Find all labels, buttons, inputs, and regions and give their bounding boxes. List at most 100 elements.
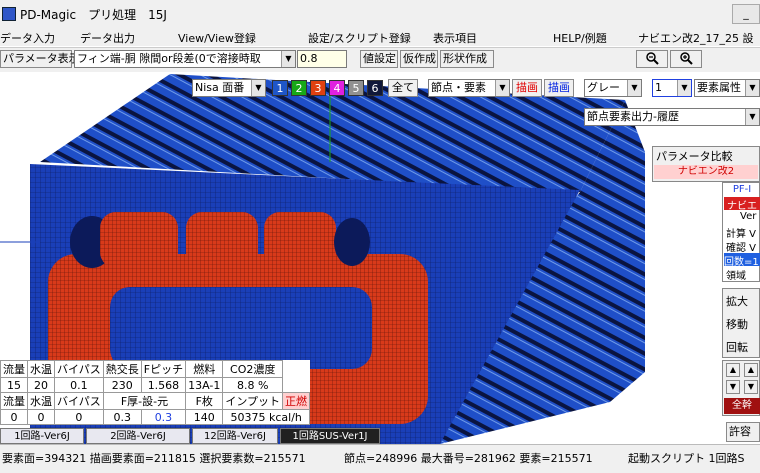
layer-2-button[interactable]: 2: [291, 80, 307, 96]
shape-create-button[interactable]: 形状作成: [440, 50, 494, 68]
number-select[interactable]: 1 ▼: [652, 79, 692, 97]
window-title: PD-Magic プリ処理 15J: [20, 8, 167, 22]
arrow-down2-button[interactable]: ▼: [744, 380, 758, 394]
navien-label: ナビエン: [724, 197, 760, 227]
arrow-up2-button[interactable]: ▲: [744, 363, 758, 377]
menu-help[interactable]: HELP/例題: [553, 30, 607, 46]
tab-circuit-2[interactable]: 2回路-Ver6J: [86, 428, 190, 444]
frame-inner: [110, 287, 372, 369]
table-cell[interactable]: 0.3: [102, 409, 142, 425]
chevron-down-icon: ▼: [677, 80, 691, 96]
param-compare-label: パラメータ比較: [656, 150, 733, 163]
table-cell[interactable]: 1.568: [140, 377, 187, 393]
layer-3-button[interactable]: 3: [310, 80, 326, 96]
arrow-down-button[interactable]: ▼: [726, 380, 740, 394]
draw-red-button[interactable]: 描画: [512, 79, 542, 97]
nisa-select[interactable]: Nisa 面番 ▼: [192, 79, 266, 97]
pf-label: PF-I: [732, 184, 752, 195]
menu-data-output[interactable]: データ出力: [80, 30, 135, 46]
color-select-value: グレー: [587, 81, 620, 94]
color-select[interactable]: グレー ▼: [584, 79, 642, 97]
zoom-out-icon: [646, 52, 659, 65]
attribute-select[interactable]: 要素属性 ▼: [694, 79, 760, 97]
table-cell[interactable]: 0: [0, 409, 28, 425]
menu-view[interactable]: View/View登録: [178, 30, 256, 46]
table-cell[interactable]: 0.1: [54, 377, 104, 393]
table-cell[interactable]: 0: [27, 409, 55, 425]
tab-circuit-12[interactable]: 12回路-Ver6J: [192, 428, 278, 444]
attribute-select-value: 要素属性: [697, 81, 741, 94]
chevron-down-icon: ▼: [281, 51, 295, 67]
table-cell: バイパス: [54, 360, 104, 378]
table-cell[interactable]: 15: [0, 377, 28, 393]
tab-circuit-1-sus[interactable]: 1回路SUS-Ver1J: [280, 428, 380, 444]
permit-button[interactable]: 許容: [726, 422, 760, 442]
zenkan-label: 全幹: [724, 398, 760, 414]
table-cell: CO2濃度: [222, 360, 284, 378]
zoom-in-icon: [680, 52, 693, 65]
menu-settings-script[interactable]: 設定/スクリプト登録: [308, 30, 411, 46]
temp-create-button[interactable]: 仮作成: [400, 50, 438, 68]
output-history-select[interactable]: 節点要素出力-履歴 ▼: [584, 108, 760, 126]
minimize-button[interactable]: _: [732, 4, 760, 24]
layer-6-button[interactable]: 6: [367, 80, 383, 96]
param-select[interactable]: フィン端-胴 隙間or段差(0で溶接時取 ▼: [74, 50, 296, 68]
status-script: 起動スクリプト 1回路S: [628, 452, 745, 465]
navien-pink-label: ナビエン改2: [654, 165, 758, 179]
menu-navien[interactable]: ナビエン改2_17_25 設: [638, 30, 754, 46]
table-cell[interactable]: 0: [54, 409, 104, 425]
table-row: 0 0 0 0.3 0.3 140 50375 kcal/h: [0, 409, 311, 425]
table-cell: 流量: [0, 360, 28, 378]
zoom-out-button[interactable]: [636, 50, 668, 68]
table-cell[interactable]: 20: [27, 377, 55, 393]
table-cell: インプット: [222, 392, 284, 410]
node-element-select[interactable]: 節点・要素 ▼: [428, 79, 510, 97]
chevron-down-icon: ▼: [627, 80, 641, 96]
layer-5-button[interactable]: 5: [348, 80, 364, 96]
tab-circuit-1[interactable]: 1回路-Ver6J: [0, 428, 84, 444]
chevron-down-icon: ▼: [251, 80, 265, 96]
calc-label: 計算 V: [726, 229, 757, 240]
number-select-value: 1: [655, 81, 662, 94]
ver-label: Ver: [740, 211, 757, 222]
layer-1-button[interactable]: 1: [272, 80, 288, 96]
expand-label[interactable]: 拡大: [726, 293, 748, 309]
table-cell[interactable]: 230: [102, 377, 142, 393]
table-cell: バイパス: [54, 392, 104, 410]
move-label[interactable]: 移動: [726, 316, 748, 332]
menu-data-input[interactable]: データ入力: [0, 30, 55, 46]
draw-blue-button[interactable]: 描画: [544, 79, 574, 97]
set-value-button[interactable]: 値設定: [360, 50, 398, 68]
layer-4-button[interactable]: 4: [329, 80, 345, 96]
table-cell: 熱交長: [102, 360, 142, 378]
check-label: 確認 V: [726, 243, 757, 254]
table-cell[interactable]: 13A-1: [185, 377, 224, 393]
table-cell: 流量: [0, 392, 28, 410]
all-layers-button[interactable]: 全て: [388, 79, 418, 97]
table-cell[interactable]: 0.3: [140, 409, 187, 425]
param-table: 流量 水温 バイパス 熱交長 Fピッチ 燃料 CO2濃度 15 20 0.1 2…: [0, 360, 311, 425]
arrow-up-button[interactable]: ▲: [726, 363, 740, 377]
table-row: 流量 水温 バイパス F厚-設-元 F枚 インプット 正燃: [0, 392, 311, 410]
menu-display-items[interactable]: 表示項目: [433, 30, 477, 46]
table-cell: Fピッチ: [140, 360, 187, 378]
param-display-button[interactable]: パラメータ表示: [0, 50, 80, 68]
param-table-wrap: 流量 水温 バイパス 熱交長 Fピッチ 燃料 CO2濃度 15 20 0.1 2…: [0, 360, 311, 425]
param-value-field[interactable]: 0.8: [297, 50, 347, 68]
tube-1: [100, 212, 178, 268]
rotate-label[interactable]: 回転: [726, 339, 748, 355]
table-row: 15 20 0.1 230 1.568 13A-1 8.8 %: [0, 377, 310, 393]
zoom-in-button[interactable]: [670, 50, 702, 68]
table-cell[interactable]: 50375 kcal/h: [222, 409, 311, 425]
region-label: 領域: [726, 271, 746, 282]
table-cell: 燃料: [185, 360, 224, 378]
count-label: 回数=1: [724, 253, 760, 268]
node-element-value: 節点・要素: [431, 81, 486, 94]
output-history-value: 節点要素出力-履歴: [587, 110, 679, 123]
table-cell[interactable]: 140: [185, 409, 224, 425]
table-cell[interactable]: 8.8 %: [222, 377, 284, 393]
table-cell: F枚: [185, 392, 224, 410]
table-cell: 水温: [27, 392, 55, 410]
table-cell: 水温: [27, 360, 55, 378]
table-row: 流量 水温 バイパス 熱交長 Fピッチ 燃料 CO2濃度: [0, 360, 310, 378]
